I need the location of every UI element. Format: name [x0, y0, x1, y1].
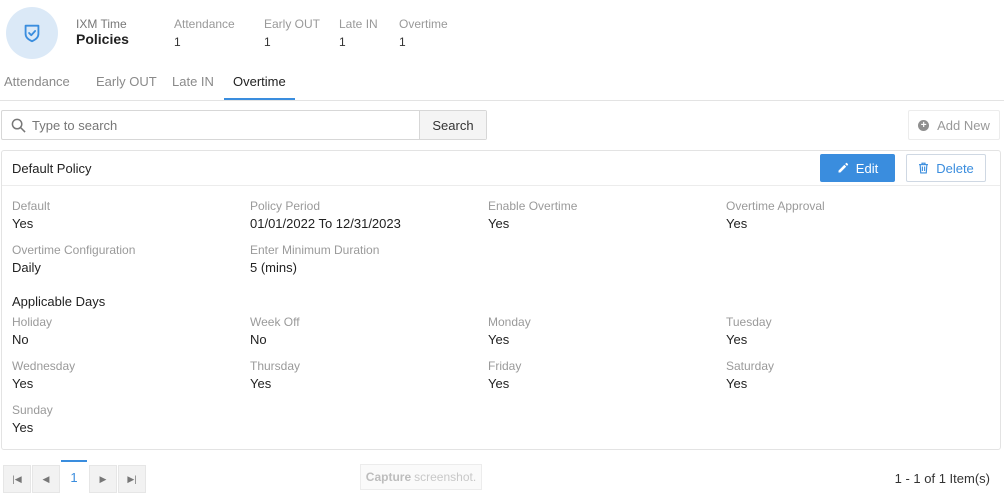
- add-new-button[interactable]: + Add New: [908, 110, 1000, 140]
- stat-value: 1: [399, 35, 406, 49]
- day-thursday: Thursday Yes: [250, 359, 300, 391]
- field-value: Yes: [12, 216, 34, 231]
- next-page-icon[interactable]: ▶: [89, 465, 117, 493]
- field-value: 01/01/2022 To 12/31/2023: [250, 216, 401, 231]
- day-label: Friday: [488, 359, 522, 373]
- stat-label: Overtime: [399, 17, 448, 31]
- day-sunday: Sunday Yes: [12, 403, 53, 435]
- prev-page-icon[interactable]: ◀: [32, 465, 60, 493]
- field-label: Overtime Configuration: [12, 243, 136, 257]
- field-value: Yes: [726, 216, 748, 231]
- day-label: Holiday: [12, 315, 53, 329]
- tab-late-in[interactable]: Late IN: [172, 74, 214, 98]
- tab-attendance[interactable]: Attendance: [4, 74, 70, 98]
- day-holiday: Holiday No: [12, 315, 52, 347]
- search-button[interactable]: Search: [419, 111, 486, 139]
- stat-overtime: Overtime 1: [399, 17, 448, 49]
- field-enable-overtime: Enable Overtime Yes: [488, 199, 577, 231]
- day-label: Tuesday: [726, 315, 772, 329]
- day-label: Saturday: [726, 359, 775, 373]
- stat-value: 1: [174, 35, 181, 49]
- day-friday: Friday Yes: [488, 359, 521, 391]
- day-week-off: Week Off No: [250, 315, 300, 347]
- day-saturday: Saturday Yes: [726, 359, 774, 391]
- field-label: Enable Overtime: [488, 199, 578, 213]
- delete-label: Delete: [936, 160, 974, 176]
- last-page-icon[interactable]: ▶|: [118, 465, 146, 493]
- page-title: Policies: [76, 31, 129, 47]
- stat-label: Attendance: [174, 17, 235, 31]
- app-name: IXM Time: [76, 17, 127, 31]
- applicable-days-title: Applicable Days: [12, 294, 106, 309]
- search-input[interactable]: [28, 111, 419, 139]
- day-tuesday: Tuesday Yes: [726, 315, 772, 347]
- stat-label: Early OUT: [264, 17, 321, 31]
- policy-card: Default Policy Edit Delete Default Yes P…: [1, 150, 1001, 450]
- capture-rest-text: screenshot.: [414, 470, 477, 484]
- day-label: Thursday: [250, 359, 301, 373]
- day-value: No: [12, 332, 29, 347]
- trash-icon: [919, 162, 929, 174]
- field-value: Yes: [488, 216, 510, 231]
- field-label: Enter Minimum Duration: [250, 243, 380, 257]
- field-policy-period: Policy Period 01/01/2022 To 12/31/2023: [250, 199, 401, 231]
- app-logo: [6, 7, 58, 59]
- stat-attendance: Attendance 1: [174, 17, 235, 49]
- day-value: Yes: [12, 376, 34, 391]
- add-new-label: Add New: [937, 117, 990, 133]
- field-value: Daily: [12, 260, 41, 275]
- plus-circle-icon: +: [918, 119, 930, 131]
- day-value: Yes: [12, 420, 34, 435]
- app-header: IXM Time Policies Attendance 1 Early OUT…: [0, 0, 1004, 66]
- day-label: Week Off: [250, 315, 300, 329]
- pencil-icon: [838, 162, 848, 173]
- day-label: Sunday: [12, 403, 53, 417]
- policy-title: Default Policy: [12, 161, 92, 176]
- tab-early-out[interactable]: Early OUT: [96, 74, 157, 98]
- day-value: Yes: [488, 332, 510, 347]
- shield-check-icon: [24, 24, 40, 43]
- delete-button[interactable]: Delete: [906, 154, 986, 182]
- pagination-info: 1 - 1 of 1 Item(s): [894, 471, 990, 486]
- day-wednesday: Wednesday Yes: [12, 359, 75, 391]
- field-default: Default Yes: [12, 199, 50, 231]
- search-icon: [2, 111, 28, 139]
- edit-button[interactable]: Edit: [820, 154, 895, 182]
- pagination: |◀ ◀ 1 ▶ ▶| Capture screenshot. 1 - 1 of…: [0, 460, 1004, 494]
- edit-label: Edit: [855, 160, 879, 176]
- day-value: Yes: [726, 376, 748, 391]
- field-value: 5 (mins): [250, 260, 297, 275]
- policy-card-header: Default Policy Edit Delete: [2, 151, 1000, 186]
- capture-bold-text: Capture: [365, 470, 412, 484]
- field-label: Default: [12, 199, 51, 213]
- field-overtime-configuration: Overtime Configuration Daily: [12, 243, 135, 275]
- field-overtime-approval: Overtime Approval Yes: [726, 199, 825, 231]
- stat-late-in: Late IN 1: [339, 17, 378, 49]
- day-label: Monday: [488, 315, 531, 329]
- stat-early-out: Early OUT 1: [264, 17, 320, 49]
- field-label: Policy Period: [250, 199, 321, 213]
- day-value: Yes: [250, 376, 272, 391]
- day-value: No: [250, 332, 267, 347]
- page-number-current[interactable]: 1: [61, 460, 87, 493]
- tab-overtime[interactable]: Overtime: [224, 74, 295, 100]
- field-minimum-duration: Enter Minimum Duration 5 (mins): [250, 243, 379, 275]
- stat-label: Late IN: [339, 17, 378, 31]
- search-bar: Search: [1, 110, 487, 140]
- day-label: Wednesday: [12, 359, 76, 373]
- day-monday: Monday Yes: [488, 315, 531, 347]
- capture-screenshot-overlay: Capture screenshot.: [360, 464, 482, 490]
- first-page-icon[interactable]: |◀: [3, 465, 31, 493]
- stat-value: 1: [264, 35, 271, 49]
- stat-value: 1: [339, 35, 346, 49]
- day-value: Yes: [726, 332, 748, 347]
- policy-tabs: Attendance Early OUT Late IN Overtime: [0, 66, 1004, 101]
- field-label: Overtime Approval: [726, 199, 825, 213]
- day-value: Yes: [488, 376, 510, 391]
